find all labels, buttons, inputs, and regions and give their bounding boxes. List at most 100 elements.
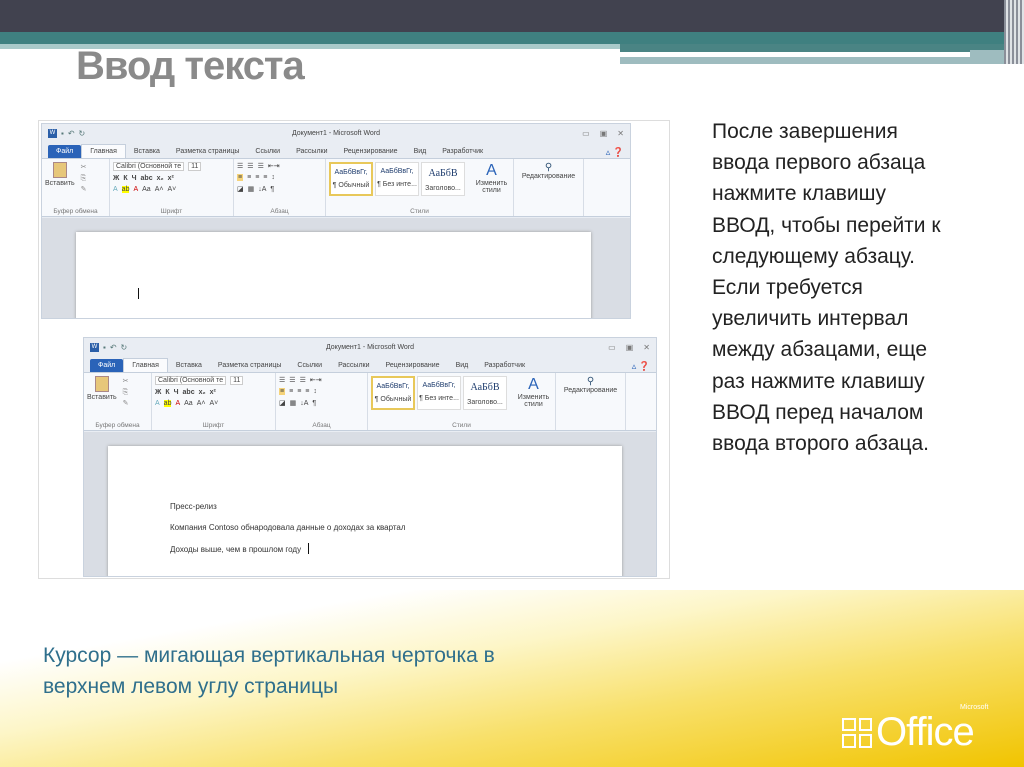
change-case-icon[interactable]: Aa — [142, 186, 151, 193]
ribbon-tab[interactable]: Рецензирование — [378, 359, 448, 372]
cut-icon[interactable]: ✂ — [81, 162, 87, 173]
bullets-icon[interactable]: ☰ — [237, 162, 243, 170]
editing-button[interactable]: ⚲ Редактирование — [514, 159, 584, 216]
ribbon-tab[interactable]: Файл — [48, 145, 82, 158]
text-effects-icon[interactable]: A — [155, 400, 160, 407]
ribbon-tab[interactable]: Ссылки — [289, 359, 330, 372]
underline-button[interactable]: Ч — [174, 389, 179, 396]
style-gallery-item[interactable]: АаБбВвГг, ¶ Обычный — [329, 162, 373, 196]
multilevel-icon[interactable]: ☰ — [300, 376, 306, 384]
bold-button[interactable]: Ж — [155, 389, 161, 396]
redo-icon[interactable]: ↻ — [121, 343, 128, 352]
ribbon-tab[interactable]: Вставка — [126, 145, 168, 158]
italic-button[interactable]: К — [165, 389, 169, 396]
maximize-icon[interactable]: ▣ — [600, 129, 608, 138]
change-case-icon[interactable]: Aa — [184, 400, 193, 407]
indent-icon[interactable]: ⇤⇥ — [310, 376, 322, 384]
bullets-icon[interactable]: ☰ — [279, 376, 285, 384]
help-icon[interactable]: ▵ ❓ — [606, 147, 624, 158]
align-right-icon[interactable]: ≡ — [255, 174, 259, 181]
close-icon[interactable]: ✕ — [643, 343, 650, 352]
align-center-icon[interactable]: ≡ — [247, 174, 251, 181]
ribbon-tab[interactable]: Разметка страницы — [168, 145, 248, 158]
ribbon-tab[interactable]: Файл — [90, 359, 124, 372]
borders-icon[interactable]: ▦ — [248, 185, 255, 193]
style-gallery-item[interactable]: АаБбВ Заголово... — [421, 162, 465, 196]
borders-icon[interactable]: ▦ — [290, 399, 297, 407]
style-gallery-item[interactable]: АаБбВ Заголово... — [463, 376, 507, 410]
highlight-icon[interactable]: ab — [121, 186, 130, 193]
maximize-icon[interactable]: ▣ — [626, 343, 634, 352]
ribbon-tab[interactable]: Рассылки — [288, 145, 335, 158]
align-right-icon[interactable]: ≡ — [297, 388, 301, 395]
paste-button[interactable]: Вставить — [45, 162, 75, 195]
align-left-icon[interactable]: ≡ — [237, 174, 244, 181]
style-gallery-item[interactable]: АаБбВвГг, ¶ Обычный — [371, 376, 415, 410]
ribbon-tab[interactable]: Разработчик — [434, 145, 491, 158]
document-page[interactable] — [76, 232, 591, 318]
numbering-icon[interactable]: ☰ — [289, 376, 295, 384]
save-icon[interactable]: ▪ — [103, 343, 106, 352]
style-gallery-item[interactable]: АаБбВвГг, ¶ Без инте... — [375, 162, 419, 196]
shrink-font-icon[interactable]: A˅ — [167, 186, 176, 193]
subscript-button[interactable]: x₂ — [157, 175, 164, 182]
line-spacing-icon[interactable]: ↕ — [313, 388, 317, 395]
paste-button[interactable]: Вставить — [87, 376, 117, 409]
ribbon-tab[interactable]: Вставка — [168, 359, 210, 372]
italic-button[interactable]: К — [123, 175, 127, 182]
undo-icon[interactable]: ↶ — [110, 343, 117, 352]
grow-font-icon[interactable]: A˄ — [197, 400, 206, 407]
pilcrow-icon[interactable]: ¶ — [270, 186, 274, 193]
ribbon-tab[interactable]: Вид — [406, 145, 435, 158]
change-styles-button[interactable]: A Изменить стили — [473, 162, 510, 213]
font-size-select[interactable]: 11 — [188, 162, 202, 171]
cut-icon[interactable]: ✂ — [123, 376, 129, 387]
font-color-icon[interactable]: A — [175, 400, 180, 407]
font-color-icon[interactable]: A — [133, 186, 138, 193]
strike-button[interactable]: abc — [183, 389, 195, 396]
sort-icon[interactable]: ↓A — [300, 400, 308, 407]
justify-icon[interactable]: ≡ — [305, 388, 309, 395]
minimize-icon[interactable]: ▭ — [582, 129, 590, 138]
ribbon-tab[interactable]: Рассылки — [330, 359, 377, 372]
superscript-button[interactable]: x² — [168, 175, 174, 182]
save-icon[interactable]: ▪ — [61, 129, 64, 138]
redo-icon[interactable]: ↻ — [79, 129, 86, 138]
strike-button[interactable]: abc — [141, 175, 153, 182]
minimize-icon[interactable]: ▭ — [608, 343, 616, 352]
underline-button[interactable]: Ч — [132, 175, 137, 182]
shading-icon[interactable]: ◪ — [237, 185, 244, 193]
pilcrow-icon[interactable]: ¶ — [312, 400, 316, 407]
align-left-icon[interactable]: ≡ — [279, 388, 286, 395]
grow-font-icon[interactable]: A˄ — [155, 186, 164, 193]
close-icon[interactable]: ✕ — [617, 129, 624, 138]
highlight-icon[interactable]: ab — [163, 400, 172, 407]
font-size-select[interactable]: 11 — [230, 376, 244, 385]
copy-icon[interactable]: ⎘ — [123, 387, 129, 398]
format-painter-icon[interactable]: ✎ — [81, 184, 87, 195]
style-gallery-item[interactable]: АаБбВвГг, ¶ Без инте... — [417, 376, 461, 410]
align-center-icon[interactable]: ≡ — [289, 388, 293, 395]
text-effects-icon[interactable]: A — [113, 186, 118, 193]
change-styles-button[interactable]: A Изменить стили — [515, 376, 552, 427]
sort-icon[interactable]: ↓A — [258, 186, 266, 193]
ribbon-tab[interactable]: Главная — [123, 358, 168, 372]
justify-icon[interactable]: ≡ — [263, 174, 267, 181]
bold-button[interactable]: Ж — [113, 175, 119, 182]
subscript-button[interactable]: x₂ — [199, 389, 206, 396]
numbering-icon[interactable]: ☰ — [247, 162, 253, 170]
format-painter-icon[interactable]: ✎ — [123, 398, 129, 409]
line-spacing-icon[interactable]: ↕ — [271, 174, 275, 181]
ribbon-tab[interactable]: Главная — [81, 144, 126, 158]
ribbon-tab[interactable]: Рецензирование — [336, 145, 406, 158]
ribbon-tab[interactable]: Разметка страницы — [210, 359, 290, 372]
editing-button[interactable]: ⚲ Редактирование — [556, 373, 626, 430]
undo-icon[interactable]: ↶ — [68, 129, 75, 138]
shrink-font-icon[interactable]: A˅ — [209, 400, 218, 407]
superscript-button[interactable]: x² — [210, 389, 216, 396]
help-icon[interactable]: ▵ ❓ — [632, 361, 650, 372]
copy-icon[interactable]: ⎘ — [81, 173, 87, 184]
ribbon-tab[interactable]: Разработчик — [476, 359, 533, 372]
document-page[interactable]: Пресс-релиз Компания Contoso обнародовала… — [108, 446, 622, 576]
font-name-select[interactable]: Calibri (Основной те — [155, 376, 227, 385]
